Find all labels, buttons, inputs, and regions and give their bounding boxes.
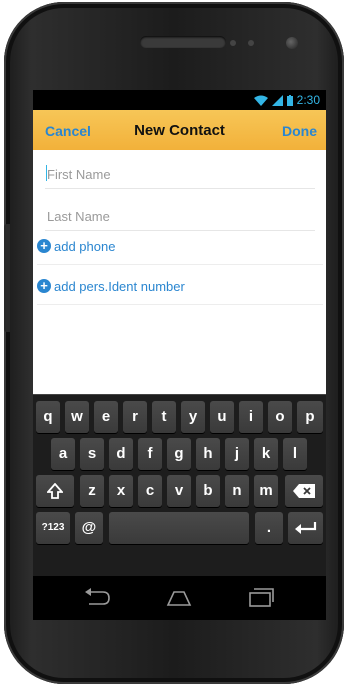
key-o[interactable]: o	[268, 401, 292, 433]
key-n[interactable]: n	[225, 475, 249, 507]
key-x[interactable]: x	[109, 475, 133, 507]
key-b[interactable]: b	[196, 475, 220, 507]
key-dot[interactable]: .	[255, 512, 283, 544]
recent-apps-icon[interactable]	[247, 586, 275, 608]
screen: 2:30 Cancel New Contact Done First Name …	[33, 90, 326, 576]
add-ident-button[interactable]: + add pers.Ident number	[37, 268, 323, 305]
key-z[interactable]: z	[80, 475, 104, 507]
key-p[interactable]: p	[297, 401, 323, 433]
space-key[interactable]	[109, 512, 249, 544]
front-camera	[286, 37, 298, 49]
key-u[interactable]: u	[210, 401, 234, 433]
key-j[interactable]: j	[225, 438, 249, 470]
key-d[interactable]: d	[109, 438, 133, 470]
backspace-key[interactable]	[285, 475, 323, 507]
signal-icon	[271, 94, 283, 106]
key-g[interactable]: g	[167, 438, 191, 470]
soft-keyboard: q w e r t y u i o p a s d f g h j k l z …	[33, 394, 326, 576]
back-icon[interactable]	[83, 586, 111, 608]
last-name-placeholder: Last Name	[47, 209, 110, 224]
key-q[interactable]: q	[36, 401, 60, 433]
first-name-placeholder: First Name	[47, 167, 111, 182]
light-sensor	[248, 40, 254, 46]
volume-button	[4, 224, 10, 332]
key-v[interactable]: v	[167, 475, 191, 507]
key-w[interactable]: w	[65, 401, 89, 433]
enter-icon	[294, 522, 316, 535]
first-name-field[interactable]: First Name	[45, 154, 315, 189]
speaker-grille	[140, 36, 226, 48]
done-button[interactable]: Done	[282, 123, 317, 139]
status-bar: 2:30	[33, 90, 326, 110]
shift-icon	[46, 482, 64, 499]
status-time: 2:30	[296, 93, 320, 107]
add-phone-label: add phone	[54, 239, 116, 254]
last-name-field[interactable]: Last Name	[45, 196, 315, 231]
battery-icon	[286, 94, 293, 106]
key-h[interactable]: h	[196, 438, 220, 470]
key-c[interactable]: c	[138, 475, 162, 507]
symbols-key[interactable]: ?123	[36, 512, 70, 544]
key-e[interactable]: e	[94, 401, 118, 433]
enter-key[interactable]	[288, 512, 323, 544]
key-l[interactable]: l	[283, 438, 307, 470]
key-at[interactable]: @	[75, 512, 103, 544]
home-icon[interactable]	[165, 586, 193, 608]
backspace-icon	[293, 484, 315, 499]
key-r[interactable]: r	[123, 401, 147, 433]
key-k[interactable]: k	[254, 438, 278, 470]
add-ident-label: add pers.Ident number	[54, 279, 185, 294]
status-icons: 2:30	[253, 93, 320, 107]
action-bar: Cancel New Contact Done	[33, 110, 326, 150]
key-y[interactable]: y	[181, 401, 205, 433]
navigation-bar	[33, 576, 326, 620]
proximity-sensor	[230, 40, 236, 46]
plus-circle-icon: +	[37, 239, 51, 253]
key-i[interactable]: i	[239, 401, 263, 433]
key-s[interactable]: s	[80, 438, 104, 470]
key-a[interactable]: a	[51, 438, 75, 470]
key-m[interactable]: m	[254, 475, 278, 507]
shift-key[interactable]	[36, 475, 74, 507]
plus-circle-icon: +	[37, 279, 51, 293]
wifi-icon	[253, 95, 268, 106]
add-phone-button[interactable]: + add phone	[37, 228, 323, 265]
key-f[interactable]: f	[138, 438, 162, 470]
key-t[interactable]: t	[152, 401, 176, 433]
